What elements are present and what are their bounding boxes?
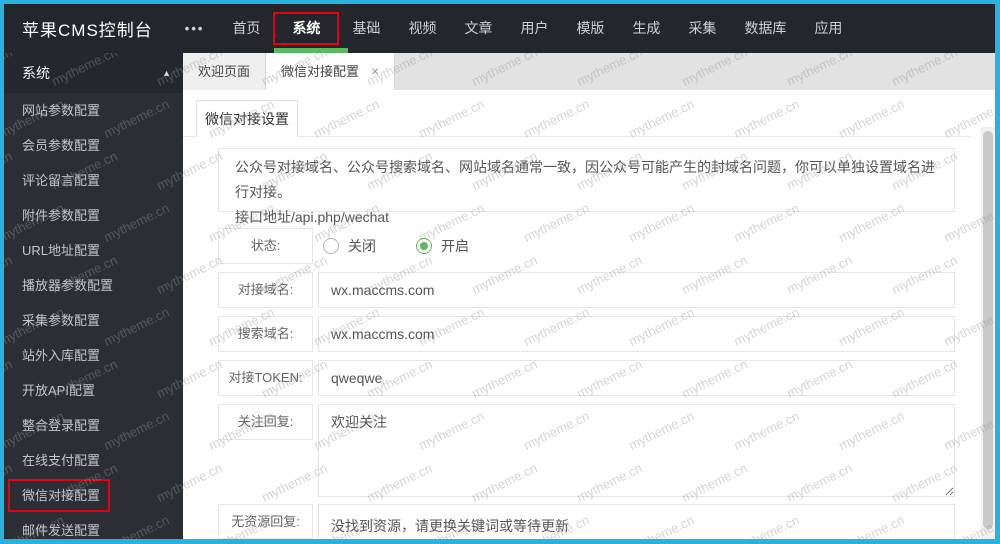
form-row-noresource-reply: 无资源回复: (183, 504, 995, 539)
sidebar-item-4[interactable]: URL地址配置 (4, 233, 183, 268)
top-menu-label: 首页 (232, 20, 261, 36)
top-menu-item-7[interactable]: 生成 (618, 4, 674, 53)
radio-unchecked-icon[interactable] (323, 238, 339, 254)
top-menu-item-9[interactable]: 数据库 (730, 4, 800, 53)
page-tab-label: 欢迎页面 (198, 64, 251, 79)
top-menu-label: 生成 (632, 20, 661, 36)
sidebar-item-label: 采集参数配置 (22, 313, 101, 328)
follow-reply-label: 关注回复: (218, 404, 313, 440)
content-panel: 微信对接设置 公众号对接域名、公众号搜索域名、网站域名通常一致，因公众号可能产生… (183, 90, 995, 539)
sidebar-item-label: 整合登录配置 (22, 418, 101, 433)
sidebar-item-label: 在线支付配置 (22, 453, 101, 468)
sidebar-item-label: 网站参数配置 (22, 103, 101, 118)
search-domain-label: 搜索域名: (218, 316, 313, 352)
top-nav: 首页 系统 基础 视频 文章 用户 模版 生成 采集 数据库 应用 (218, 4, 856, 53)
sidebar-group-system[interactable]: 系统 ▲ (4, 53, 183, 93)
sidebar-item-label: 开放API配置 (22, 383, 95, 398)
top-menu-item-3[interactable]: 视频 (394, 4, 450, 53)
top-menu-label: 基础 (352, 20, 381, 36)
sidebar-item-1[interactable]: 会员参数配置 (4, 128, 183, 163)
radio-checked-icon[interactable] (416, 238, 432, 254)
sidebar-item-label: 站外入库配置 (22, 348, 101, 363)
top-menu-label: 系统 (292, 20, 321, 36)
tab-close-icon[interactable]: × (371, 63, 379, 79)
main-area: 欢迎页面 微信对接配置 × 微信对接设置 公众号对接域名、公众号搜索域名、网站域名通… (183, 53, 995, 539)
top-menu-item-1[interactable]: 系统 (273, 4, 349, 53)
screenshot-frame: 苹果CMS控制台 ••• 首页 系统 基础 视频 文章 用户 模版 生成 采集 数据库 应用 系统 … (0, 0, 1000, 544)
top-menu-item-10[interactable]: 应用 (800, 4, 856, 53)
top-menu-item-4[interactable]: 文章 (450, 4, 506, 53)
sidebar-item-5[interactable]: 播放器参数配置 (4, 268, 183, 303)
top-menu-label: 用户 (520, 20, 549, 36)
page-tab-0[interactable]: 欢迎页面 (183, 53, 267, 90)
top-menu-item-0[interactable]: 首页 (218, 4, 274, 53)
inner-tab-bar: 微信对接设置 (183, 100, 971, 137)
app-logo[interactable]: 苹果CMS控制台 (22, 16, 153, 41)
follow-reply-textarea[interactable]: 欢迎关注 (318, 404, 955, 497)
status-radio-option-1[interactable]: 开启 (416, 236, 469, 256)
sidebar-item-label: 会员参数配置 (22, 138, 101, 153)
notice-box: 公众号对接域名、公众号搜索域名、网站域名通常一致，因公众号可能产生的封域名问题，… (218, 148, 955, 225)
form-row-status: 状态: 关闭 开启 (183, 228, 995, 264)
sidebar-item-label: 邮件发送配置 (22, 523, 101, 538)
top-bar: 苹果CMS控制台 ••• 首页 系统 基础 视频 文章 用户 模版 生成 采集 数据库 应用 (4, 4, 995, 53)
token-input[interactable] (318, 360, 955, 396)
top-menu-item-2[interactable]: 基础 (338, 4, 394, 53)
top-menu-label: 视频 (408, 20, 437, 36)
sidebar-item-11[interactable]: 微信对接配置 (4, 478, 183, 513)
form-row-search-domain: 搜索域名: (183, 316, 995, 352)
form-row-domain: 对接域名: (183, 272, 995, 308)
token-label: 对接TOKEN: (218, 360, 313, 396)
sidebar-item-label: 微信对接配置 (22, 488, 101, 503)
sidebar-item-0[interactable]: 网站参数配置 (4, 93, 183, 128)
sidebar-item-10[interactable]: 在线支付配置 (4, 443, 183, 478)
scrollbar-thumb[interactable] (983, 131, 993, 529)
page-tab-strip: 欢迎页面 微信对接配置 × (183, 53, 995, 90)
notice-line-2: 接口地址/api.php/wechat (235, 209, 390, 225)
vertical-scrollbar[interactable] (981, 127, 995, 539)
radio-option-label: 开启 (441, 238, 469, 254)
domain-input[interactable] (318, 272, 955, 308)
sidebar-item-label: 评论留言配置 (22, 173, 101, 188)
sidebar-item-7[interactable]: 站外入库配置 (4, 338, 183, 373)
status-label: 状态: (218, 228, 313, 264)
status-radio-option-0[interactable]: 关闭 (323, 236, 376, 256)
menu-collapse-icon[interactable]: ••• (185, 21, 205, 36)
sidebar-item-label: 附件参数配置 (22, 208, 101, 223)
top-menu-label: 采集 (688, 20, 717, 36)
collapse-arrow-icon[interactable]: ▲ (162, 53, 171, 93)
notice-line-1: 公众号对接域名、公众号搜索域名、网站域名通常一致，因公众号可能产生的封域名问题，… (235, 159, 935, 200)
top-menu-item-5[interactable]: 用户 (506, 4, 562, 53)
admin-app: 苹果CMS控制台 ••• 首页 系统 基础 视频 文章 用户 模版 生成 采集 数据库 应用 系统 … (4, 4, 995, 539)
sidebar-item-6[interactable]: 采集参数配置 (4, 303, 183, 338)
form-row-token: 对接TOKEN: (183, 360, 995, 396)
top-menu-label: 模版 (576, 20, 605, 36)
domain-label: 对接域名: (218, 272, 313, 308)
page-tab-1[interactable]: 微信对接配置 × (266, 53, 396, 90)
top-menu-label: 数据库 (744, 20, 787, 36)
top-menu-label: 应用 (814, 20, 843, 36)
sidebar-item-12[interactable]: 邮件发送配置 (4, 513, 183, 539)
sidebar: 系统 ▲ 网站参数配置 会员参数配置 评论留言配置 附件参数配置 URL地址配置 播放器参… (4, 53, 183, 539)
sidebar-item-3[interactable]: 附件参数配置 (4, 198, 183, 233)
page-tab-label: 微信对接配置 (281, 64, 360, 79)
form-row-follow-reply: 关注回复: 欢迎关注 (183, 404, 995, 497)
top-menu-item-6[interactable]: 模版 (562, 4, 618, 53)
status-radio-group: 关闭 开启 (323, 228, 469, 264)
sidebar-list: 网站参数配置 会员参数配置 评论留言配置 附件参数配置 URL地址配置 播放器参数配置 采集… (4, 93, 183, 539)
tab-wechat-settings[interactable]: 微信对接设置 (196, 100, 298, 137)
sidebar-group-label: 系统 (22, 65, 50, 81)
sidebar-item-2[interactable]: 评论留言配置 (4, 163, 183, 198)
sidebar-item-label: 播放器参数配置 (22, 278, 114, 293)
sidebar-item-9[interactable]: 整合登录配置 (4, 408, 183, 443)
noresource-reply-input[interactable] (318, 504, 955, 539)
noresource-reply-label: 无资源回复: (218, 504, 313, 539)
radio-option-label: 关闭 (348, 238, 376, 254)
sidebar-item-label: URL地址配置 (22, 243, 101, 258)
top-menu-item-8[interactable]: 采集 (674, 4, 730, 53)
top-menu-label: 文章 (464, 20, 493, 36)
search-domain-input[interactable] (318, 316, 955, 352)
sidebar-item-8[interactable]: 开放API配置 (4, 373, 183, 408)
